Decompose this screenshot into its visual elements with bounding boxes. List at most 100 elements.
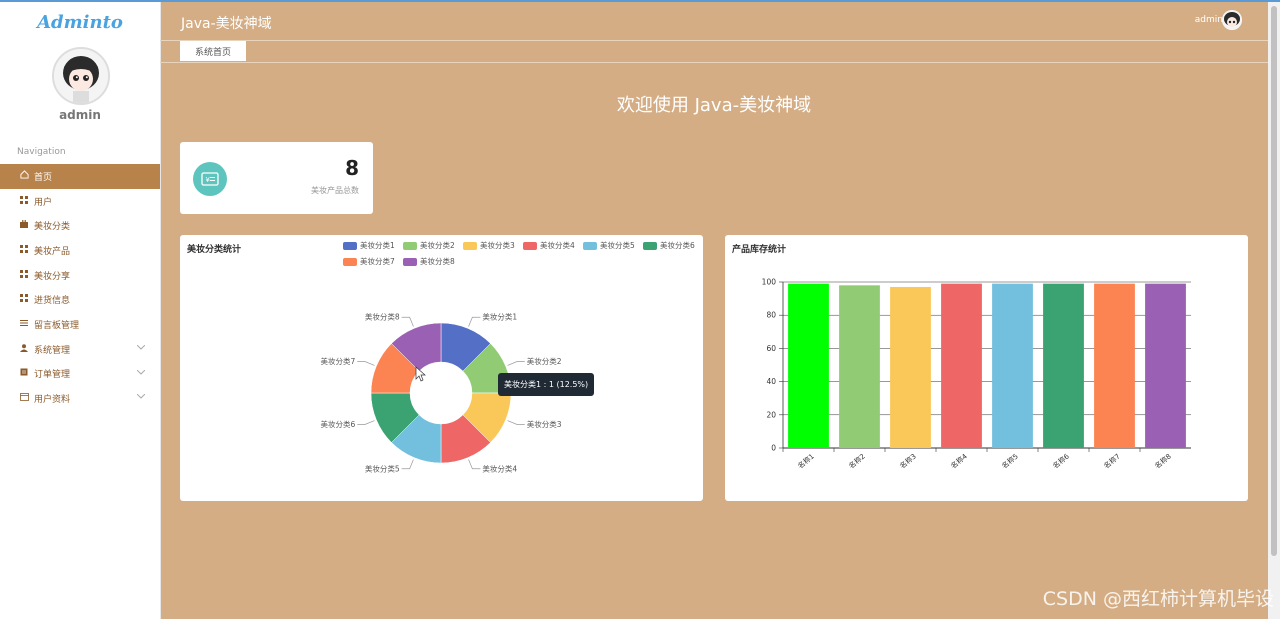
top-header: Java-美妆神域 admin: [160, 2, 1268, 41]
sidebar-item-label: 进货信息: [34, 296, 71, 307]
sidebar-item-label: 美妆分享: [34, 271, 71, 282]
x-tick-label: 名称6: [1051, 451, 1071, 470]
header-avatar[interactable]: [1222, 10, 1242, 30]
card-icon: [20, 393, 32, 404]
header-username[interactable]: admin: [1195, 15, 1223, 25]
sidebar-item-label: 系统管理: [34, 345, 71, 356]
pie-label-line: [401, 459, 414, 470]
bar[interactable]: [839, 285, 880, 448]
category-pie-panel: 美妆分类1 美妆分类2 美妆分类3 美妆分类4 美妆分类5 美妆分类6 美妆分类7 美妆分类8…: [180, 235, 703, 501]
welcome-heading: 欢迎使用 Java-美妆神域: [616, 95, 812, 116]
bar[interactable]: [1145, 283, 1186, 448]
avatar[interactable]: [52, 47, 110, 105]
app-logo[interactable]: Adminto: [0, 12, 160, 33]
grid-icon: [20, 195, 32, 207]
sidebar-item-category[interactable]: 美妆分类: [0, 213, 160, 238]
pie-slice-label: 美妆分类3: [527, 419, 562, 429]
legend-item[interactable]: 美妆分类7: [343, 256, 395, 267]
x-tick-label: 名称4: [949, 451, 969, 470]
y-tick-label: 60: [766, 344, 776, 353]
tab-home[interactable]: 系统首页: [180, 41, 246, 61]
sidebar-item-purchase[interactable]: 进货信息: [0, 287, 160, 312]
legend-label: 美妆分类5: [600, 241, 635, 250]
legend-swatch: [343, 257, 357, 266]
bar[interactable]: [1043, 283, 1084, 448]
page-scrollbar[interactable]: [1268, 2, 1280, 619]
bar[interactable]: [941, 283, 982, 448]
watermark: CSDN @西红柿计算机毕设: [1042, 588, 1274, 610]
legend-item[interactable]: 美妆分类2: [403, 240, 455, 251]
category-pie-chart: 美妆分类1 美妆分类2 美妆分类3 美妆分类4 美妆分类5 美妆分类6 美妆分类7 美妆分类8: [320, 312, 562, 474]
sliders-icon: [20, 319, 32, 330]
x-tick-label: 名称7: [1102, 452, 1122, 471]
bar[interactable]: [788, 283, 829, 448]
y-tick-label: 100: [762, 278, 777, 287]
legend-item[interactable]: 美妆分类5: [583, 240, 635, 251]
pie-label-line: [468, 316, 481, 327]
sidebar-item-users[interactable]: 用户: [0, 189, 160, 214]
sidebar-item-orders[interactable]: 订单管理: [0, 362, 160, 387]
chevron-down-icon: [136, 343, 146, 353]
sidebar-item-label: 用户资料: [34, 395, 71, 406]
grid-icon: [20, 269, 32, 281]
pie-label-line: [357, 420, 375, 425]
sidebar-item-label: 订单管理: [34, 370, 71, 381]
legend-swatch: [583, 241, 597, 250]
sidebar: Adminto admin Navigation 首页 用户 美妆分类 美妆产品…: [0, 2, 161, 619]
legend-label: 美妆分类4: [540, 241, 575, 250]
sidebar-item-share[interactable]: 美妆分享: [0, 263, 160, 288]
bar[interactable]: [992, 283, 1033, 448]
y-tick-label: 20: [766, 410, 776, 419]
bar[interactable]: [890, 286, 931, 448]
legend-swatch: [643, 241, 657, 250]
pie-slice-label: 美妆分类4: [482, 463, 517, 473]
pie-slice-label: 美妆分类7: [320, 356, 355, 366]
sidebar-item-messages[interactable]: 留言板管理: [0, 312, 160, 337]
sidebar-item-products[interactable]: 美妆产品: [0, 238, 160, 263]
sidebar-item-label: 首页: [34, 172, 53, 183]
sidebar-item-home[interactable]: 首页: [0, 164, 160, 189]
legend-item[interactable]: 美妆分类4: [523, 240, 575, 251]
avatar-image: [54, 49, 108, 103]
legend-label: 美妆分类6: [660, 241, 695, 250]
legend-swatch: [403, 257, 417, 266]
legend-label: 美妆分类8: [420, 257, 455, 266]
legend-label: 美妆分类1: [360, 241, 395, 250]
legend-item[interactable]: 美妆分类8: [403, 256, 455, 267]
grid-icon: [20, 244, 32, 256]
stock-bar-panel: 0 20 40 60 80 100 名称1 名称2 名称3 名称4 名称5 名称6 名称7 名称8 产品库…: [725, 235, 1248, 501]
nav-section-title: Navigation: [17, 147, 66, 157]
y-tick-label: 40: [766, 377, 776, 386]
product-count-value: 8: [345, 156, 359, 180]
pie-slice-label: 美妆分类1: [482, 312, 517, 322]
pie-slice-label: 美妆分类8: [365, 312, 400, 322]
legend-swatch: [523, 241, 537, 250]
pie-label-line: [507, 420, 525, 425]
tab-bar: 系统首页: [160, 41, 1268, 63]
sidebar-item-system[interactable]: 系统管理: [0, 337, 160, 362]
user-icon: [20, 343, 32, 355]
scrollbar-thumb[interactable]: [1271, 6, 1277, 556]
product-icon: ¥: [193, 162, 227, 196]
clipboard-icon: [20, 368, 32, 379]
y-tick-label: 80: [766, 311, 776, 320]
product-count-label: 美妆产品总数: [311, 186, 359, 195]
pie-label-line: [357, 361, 375, 366]
legend-swatch: [403, 241, 417, 250]
svg-text:¥: ¥: [206, 176, 211, 184]
legend-label: 美妆分类7: [360, 257, 395, 266]
x-tick-label: 名称3: [898, 452, 918, 471]
sidebar-item-profile[interactable]: 用户资料: [0, 386, 160, 411]
stock-bar-chart: 0 20 40 60 80 100 名称1 名称2 名称3 名称4 名称5 名称6 名称7 名称8: [762, 278, 1191, 471]
x-tick-label: 名称1: [796, 452, 816, 471]
pie-label-line: [468, 459, 481, 470]
chevron-down-icon: [136, 368, 146, 378]
x-tick-label: 名称2: [847, 452, 867, 471]
legend-item[interactable]: 美妆分类6: [643, 240, 695, 251]
legend-item[interactable]: 美妆分类3: [463, 240, 515, 251]
x-tick-label: 名称5: [1000, 452, 1020, 471]
bar[interactable]: [1094, 283, 1135, 448]
legend-label: 美妆分类3: [480, 241, 515, 250]
legend-item[interactable]: 美妆分类1: [343, 240, 395, 251]
chevron-down-icon: [136, 392, 146, 402]
